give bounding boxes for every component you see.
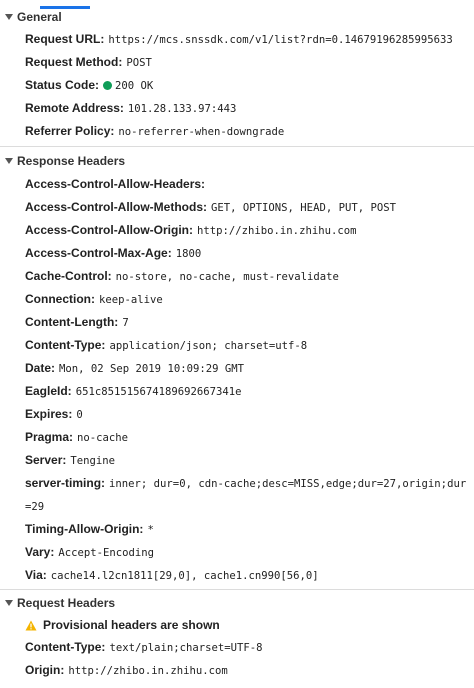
header-key: Content-Type: [25, 338, 106, 352]
response-headers-section: Response Headers Access-Control-Allow-He… [0, 150, 474, 590]
request-url-key: Request URL: [25, 32, 105, 46]
response-headers-list: Access-Control-Allow-Headers: Access-Con… [0, 172, 474, 587]
provisional-warning-text: Provisional headers are shown [43, 618, 220, 632]
header-key: Server: [25, 453, 67, 467]
header-key: Content-Type: [25, 640, 106, 654]
request-headers-section: Request Headers Provisional headers are … [0, 592, 474, 682]
header-row: Vary: Accept-Encoding [0, 541, 474, 564]
header-key: Timing-Allow-Origin: [25, 522, 144, 536]
header-row: Server: Tengine [0, 449, 474, 472]
header-key: Pragma: [25, 430, 74, 444]
status-code-value: 200 OK [115, 80, 154, 92]
request-headers-section-header[interactable]: Request Headers [0, 592, 474, 614]
header-row: server-timing: inner; dur=0, cdn-cache;de… [0, 472, 474, 518]
header-key: Vary: [25, 545, 55, 559]
header-row: Content-Type: text/plain;charset=UTF-8 [0, 636, 474, 659]
header-value: http://zhibo.in.zhihu.com [68, 665, 228, 677]
header-key: Expires: [25, 407, 73, 421]
header-value: keep-alive [99, 294, 163, 306]
header-row: Access-Control-Max-Age: 1800 [0, 242, 474, 265]
general-section: General Request URL: https://mcs.snssdk.c… [0, 6, 474, 147]
header-key: Connection: [25, 292, 95, 306]
header-key: Date: [25, 361, 56, 375]
header-row: Pragma: no-cache [0, 426, 474, 449]
header-row: Content-Type: application/json; charset=u… [0, 334, 474, 357]
header-value: no-store, no-cache, must-revalidate [115, 271, 339, 283]
header-row: Access-Control-Allow-Origin: http://zhibo… [0, 219, 474, 242]
header-key: EagleId: [25, 384, 72, 398]
request-method-value: POST [126, 57, 152, 69]
request-method-row: Request Method: POST [0, 51, 474, 74]
active-tab-indicator [40, 6, 90, 9]
remote-address-value: 101.28.133.97:443 [127, 103, 237, 115]
header-key: server-timing: [25, 476, 106, 490]
status-code-key: Status Code: [25, 78, 100, 92]
header-value: application/json; charset=utf-8 [109, 340, 308, 352]
remote-address-key: Remote Address: [25, 101, 124, 115]
request-url-value: https://mcs.snssdk.com/v1/list?rdn=0.146… [108, 34, 453, 46]
referrer-policy-key: Referrer Policy: [25, 124, 115, 138]
header-value: * [147, 524, 154, 536]
response-headers-section-header[interactable]: Response Headers [0, 150, 474, 172]
header-key: Access-Control-Allow-Methods: [25, 200, 208, 214]
header-key: Cache-Control: [25, 269, 112, 283]
header-value: no-cache [77, 432, 129, 444]
header-value: Tengine [70, 455, 116, 467]
request-url-row: Request URL: https://mcs.snssdk.com/v1/li… [0, 28, 474, 51]
header-row: Via: cache14.l2cn1811[29,0], cache1.cn990… [0, 564, 474, 587]
referrer-policy-value: no-referrer-when-downgrade [118, 126, 285, 138]
header-key: Access-Control-Max-Age: [25, 246, 172, 260]
header-key: Content-Length: [25, 315, 119, 329]
header-row: Connection: keep-alive [0, 288, 474, 311]
header-key: Access-Control-Allow-Headers: [25, 177, 206, 191]
collapse-triangle-icon [5, 14, 13, 20]
status-code-row: Status Code: 200 OK [0, 74, 474, 97]
provisional-warning: Provisional headers are shown [0, 614, 474, 636]
header-value: 7 [122, 317, 129, 329]
header-row: Access-Control-Allow-Methods: GET, OPTION… [0, 196, 474, 219]
warning-icon [25, 620, 37, 630]
header-value: Mon, 02 Sep 2019 10:09:29 GMT [59, 363, 244, 375]
header-value: text/plain;charset=UTF-8 [109, 642, 263, 654]
header-row: Cache-Control: no-store, no-cache, must-r… [0, 265, 474, 288]
header-value: 1800 [175, 248, 202, 260]
status-ok-icon [103, 81, 113, 90]
header-value: GET, OPTIONS, HEAD, PUT, POST [211, 202, 396, 214]
header-row: Timing-Allow-Origin: * [0, 518, 474, 541]
header-row: Access-Control-Allow-Headers: [0, 173, 474, 196]
header-row: Origin: http://zhibo.in.zhihu.com [0, 659, 474, 682]
collapse-triangle-icon [5, 600, 13, 606]
remote-address-row: Remote Address: 101.28.133.97:443 [0, 97, 474, 120]
header-key: Via: [25, 568, 47, 582]
header-row: Expires: 0 [0, 403, 474, 426]
header-value: http://zhibo.in.zhihu.com [197, 225, 357, 237]
collapse-triangle-icon [5, 158, 13, 164]
referrer-policy-row: Referrer Policy: no-referrer-when-downgra… [0, 120, 474, 143]
header-value: cache14.l2cn1811[29,0], cache1.cn990[56,… [50, 570, 319, 582]
header-row: Date: Mon, 02 Sep 2019 10:09:29 GMT [0, 357, 474, 380]
general-title: General [17, 10, 62, 24]
response-headers-title: Response Headers [17, 154, 126, 168]
header-row: Content-Length: 7 [0, 311, 474, 334]
header-value: 651c851515674189692667341e [75, 386, 242, 398]
general-section-header[interactable]: General [0, 6, 474, 28]
request-method-key: Request Method: [25, 55, 123, 69]
header-key: Origin: [25, 663, 65, 677]
request-headers-title: Request Headers [17, 596, 116, 610]
header-value: Accept-Encoding [58, 547, 155, 559]
header-value: 0 [76, 409, 83, 421]
header-row: EagleId: 651c851515674189692667341e [0, 380, 474, 403]
header-key: Access-Control-Allow-Origin: [25, 223, 194, 237]
